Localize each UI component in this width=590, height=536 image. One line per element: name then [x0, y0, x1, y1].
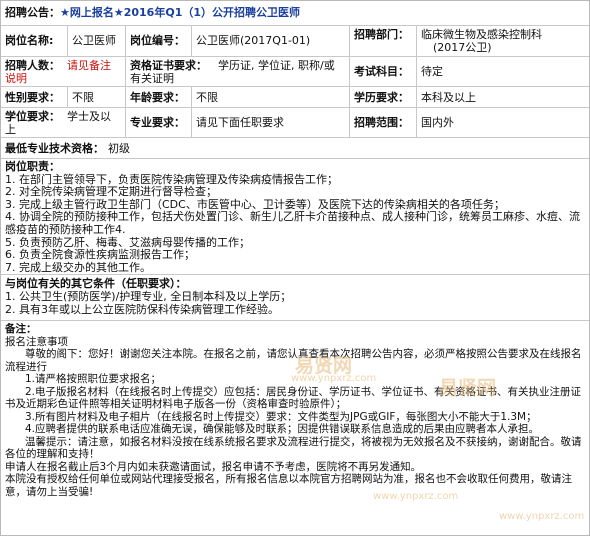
row-count-cert: 招聘人数： 请见备注 说明 资格证书要求： 学历证, 学位证, 职称/或 有关证…	[1, 57, 589, 87]
tech-value: 初级	[108, 142, 130, 155]
post-code-value: 公卫医师(2017Q1-01)	[196, 34, 311, 47]
duties-title: 岗位职责：	[5, 160, 60, 173]
degree-value: 学士及以 上	[5, 110, 111, 136]
header-row: 招聘公告：★网上报名★2016年Q1（1）公开招聘公卫医师	[1, 1, 589, 26]
header-label: 招聘公告：	[5, 6, 60, 19]
gender-label: 性别要求：	[5, 91, 60, 104]
notes-paragraph: 温馨提示：请注意，如报名材料没按在线系统报名要求及流程进行提交，将被视为无效报名…	[5, 435, 582, 461]
post-code-label: 岗位编号：	[130, 34, 185, 47]
post-name-label: 岗位名称:	[5, 34, 54, 47]
duties-section: 岗位职责： 1. 在部门主管领导下，负责医院传染病管理及传染病疫情报告工作； 2…	[1, 159, 589, 275]
notes-paragraph: 2.电子版报名材料（在线报名时上传提交）应包括：居民身份证、学历证书、学位证书、…	[5, 385, 582, 411]
exam-label: 考试科目：	[354, 65, 409, 78]
notes-paragraph: 本院没有授权给任何单位或网站代理接受报名，所有报名信息以本院官方招聘网站为准，报…	[5, 473, 572, 498]
exam-value: 待定	[421, 65, 443, 78]
conditions-title: 与岗位有关的其它条件（任职要求）：	[5, 277, 187, 290]
dept-value: 临床微生物及感染控制科 (2017公卫)	[421, 28, 542, 54]
notes-paragraph: 4.应聘者提供的联系电话应准确无误，确保能够及时联系；因提供错误联系信息造成的后…	[25, 423, 540, 435]
post-name-value: 公卫医师	[72, 34, 116, 47]
notes-paragraph: 1.请严格按照职位要求报名；	[25, 373, 162, 385]
row-gender-age: 性别要求： 不限 年龄要求： 不限 学历要求： 本科及以上	[1, 87, 589, 108]
notes-paragraph: 申请人在报名截止后3个月内如未获邀请面试，报名申请不予考虑，医院将不再另发通知。	[5, 460, 422, 473]
major-value: 请见下面任职要求	[196, 116, 284, 129]
gender-value: 不限	[72, 91, 94, 104]
notes-paragraph: 尊敬的阁下：您好！谢谢您关注本院。在报名之前，请您认真查看本次招聘公告内容，必须…	[5, 348, 582, 373]
age-label: 年龄要求：	[130, 91, 185, 104]
row-post-info: 岗位名称: 公卫医师 岗位编号： 公卫医师(2017Q1-01) 招聘部门： 临…	[1, 26, 589, 57]
duty-item: 6. 负责全院食源性疾病监测报告工作；	[5, 248, 195, 262]
scope-label: 招聘范围：	[354, 116, 409, 129]
notes-section: 备注： 报名注意事项 尊敬的阁下：您好！谢谢您关注本院。在报名之前，请您认真查看…	[1, 321, 589, 535]
count-value: 请见备注 说明	[5, 59, 111, 85]
job-title-link[interactable]: ★网上报名★2016年Q1（1）公开招聘公卫医师	[60, 6, 300, 19]
scope-value: 国内外	[421, 116, 454, 129]
conditions-section: 与岗位有关的其它条件（任职要求）： 1. 公共卫生(预防医学)/护理专业, 全日…	[1, 275, 589, 321]
condition-item: 1. 公共卫生(预防医学)/护理专业, 全日制本科及以上学历；	[5, 290, 292, 303]
duty-item: 7. 完成上级交办的其他工作。	[5, 260, 151, 274]
row-degree-major: 学位要求： 学士及以 上 专业要求： 请见下面任职要求 招聘范围： 国内外	[1, 108, 589, 138]
cert-value: 学历证, 学位证, 职称/或 有关证明	[130, 59, 335, 85]
condition-item: 2. 具有3年或以上公立医院防保科传染病管理工作经验。	[5, 303, 279, 316]
notes-heading: 报名注意事项	[5, 335, 68, 348]
tech-label: 最低专业技术资格：	[5, 142, 104, 155]
row-tech-qual: 最低专业技术资格： 初级	[1, 138, 589, 159]
notes-title: 备注：	[5, 323, 37, 335]
job-posting-table: 招聘公告：★网上报名★2016年Q1（1）公开招聘公卫医师 岗位名称: 公卫医师…	[0, 0, 590, 536]
notes-paragraph: 3.所有图片材料及电子相片（在线报名时上传提交）要求：文件类型为JPG或GIF，…	[25, 410, 537, 423]
duty-item: 2. 对全院传染病管理不定期进行督导检查；	[5, 185, 217, 199]
edu-label: 学历要求：	[354, 91, 409, 104]
age-value: 不限	[196, 91, 218, 104]
edu-value: 本科及以上	[421, 91, 476, 104]
dept-label: 招聘部门：	[354, 28, 409, 41]
major-label: 专业要求：	[130, 116, 185, 129]
duty-item: 4. 协调全院的预防接种工作，包括犬伤处置门诊、新生儿乙肝卡介苗接种点、成人接种…	[5, 210, 580, 236]
